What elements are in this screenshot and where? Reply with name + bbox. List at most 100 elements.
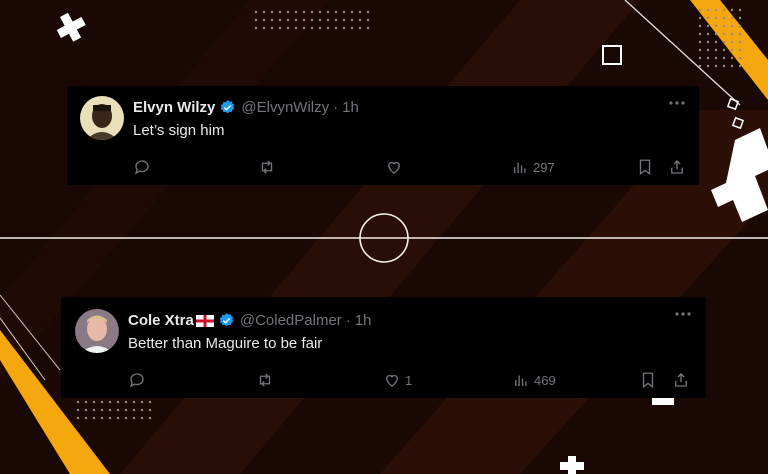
more-options-icon[interactable]: [667, 96, 687, 110]
tweet-card[interactable]: Elvyn Wilzy @ElvynWilzy · 1h Let’s sign …: [67, 86, 699, 185]
view-count: 469: [534, 372, 556, 388]
decorative-dot: [334, 18, 338, 22]
decorative-dot: [714, 24, 718, 28]
display-name[interactable]: Cole Xtra: [128, 312, 194, 329]
decorative-dot: [318, 10, 322, 14]
tweet-card[interactable]: Cole Xtra @ColedPalmer · 1h Better than …: [61, 297, 706, 398]
decorative-dot: [108, 416, 112, 420]
decorative-dot: [270, 18, 274, 22]
decorative-dot: [722, 8, 726, 12]
avatar[interactable]: [80, 96, 124, 140]
retweet-button[interactable]: [258, 158, 276, 176]
decorative-dot: [730, 56, 734, 60]
reply-button[interactable]: [133, 158, 151, 176]
decorative-dot: [698, 8, 702, 12]
retweet-icon: [259, 373, 271, 387]
decorative-dot: [738, 16, 742, 20]
like-button[interactable]: [385, 158, 407, 176]
decorative-dot: [310, 10, 314, 14]
timestamp[interactable]: 1h: [355, 312, 372, 329]
decorative-dot: [722, 56, 726, 60]
decorative-dot: [698, 32, 702, 36]
decorative-dot: [730, 40, 734, 44]
decorative-dot: [342, 10, 346, 14]
decorative-dot: [124, 400, 128, 404]
bookmark-icon: [642, 372, 654, 389]
decorative-dot: [714, 56, 718, 60]
avatar[interactable]: [75, 309, 119, 353]
like-button[interactable]: 1: [383, 371, 412, 389]
share-button[interactable]: [672, 371, 690, 389]
background-graphic: [0, 0, 768, 474]
retweet-button[interactable]: [256, 371, 274, 389]
decorative-dot: [706, 40, 710, 44]
views-button[interactable]: 297: [511, 158, 555, 176]
decorative-dot: [100, 400, 104, 404]
reply-button[interactable]: [128, 371, 146, 389]
decorative-dot: [116, 416, 120, 420]
decorative-dot: [366, 10, 370, 14]
decorative-dot: [148, 416, 152, 420]
decorative-dot: [318, 26, 322, 30]
decorative-dot: [286, 18, 290, 22]
decorative-dot: [76, 408, 80, 412]
decorative-dot: [730, 64, 734, 68]
decorative-dot: [350, 10, 354, 14]
decorative-dot: [730, 16, 734, 20]
decorative-dot: [326, 26, 330, 30]
decorative-dot: [84, 400, 88, 404]
heart-icon: [386, 374, 398, 387]
view-count: 297: [533, 159, 555, 175]
decorative-dot: [92, 400, 96, 404]
bookmark-button[interactable]: [639, 371, 657, 389]
decorative-dot: [730, 32, 734, 36]
decorative-dot: [286, 26, 290, 30]
handle[interactable]: @ElvynWilzy: [241, 99, 329, 116]
decorative-dot: [334, 10, 338, 14]
decorative-dot: [722, 16, 726, 20]
tweet-text: Let’s sign him: [133, 122, 225, 139]
decorative-dot: [706, 56, 710, 60]
decorative-dot: [350, 26, 354, 30]
decorative-dot: [302, 10, 306, 14]
verified-badge-icon: [219, 313, 234, 327]
reply-icon: [134, 160, 149, 175]
decorative-dot: [738, 24, 742, 28]
decorative-dot: [342, 18, 346, 22]
decorative-dot: [76, 400, 80, 404]
tweet-header: Elvyn Wilzy @ElvynWilzy · 1h: [133, 99, 359, 116]
bookmark-button[interactable]: [636, 158, 654, 176]
more-options-icon[interactable]: [673, 307, 693, 321]
handle[interactable]: @ColedPalmer: [240, 312, 342, 329]
decorative-dot: [310, 18, 314, 22]
decorative-dot: [76, 416, 80, 420]
decorative-dot: [310, 26, 314, 30]
decorative-dot: [294, 26, 298, 30]
verified-badge-icon: [221, 100, 235, 114]
display-name[interactable]: Elvyn Wilzy: [133, 99, 215, 116]
decorative-dot: [730, 8, 734, 12]
decorative-dot: [100, 408, 104, 412]
share-button[interactable]: [668, 158, 686, 176]
decorative-dot: [132, 416, 136, 420]
decorative-dot: [698, 24, 702, 28]
decorative-dot: [706, 48, 710, 52]
decorative-dot: [100, 416, 104, 420]
decorative-dot: [738, 56, 742, 60]
decorative-dot: [714, 48, 718, 52]
decorative-dot: [714, 32, 718, 36]
decorative-dot: [342, 26, 346, 30]
views-button[interactable]: 469: [512, 371, 556, 389]
decorative-dot: [730, 48, 734, 52]
decorative-dot: [722, 64, 726, 68]
reply-icon: [129, 373, 144, 388]
decorative-dot: [714, 16, 718, 20]
decorative-dot: [84, 408, 88, 412]
decorative-dot: [318, 18, 322, 22]
decorative-dot: [148, 400, 152, 404]
tweet-text: Better than Maguire to be fair: [128, 335, 323, 352]
timestamp[interactable]: 1h: [342, 99, 359, 116]
decorative-dot: [714, 64, 718, 68]
decorative-dot: [698, 16, 702, 20]
decorative-dot: [706, 8, 710, 12]
